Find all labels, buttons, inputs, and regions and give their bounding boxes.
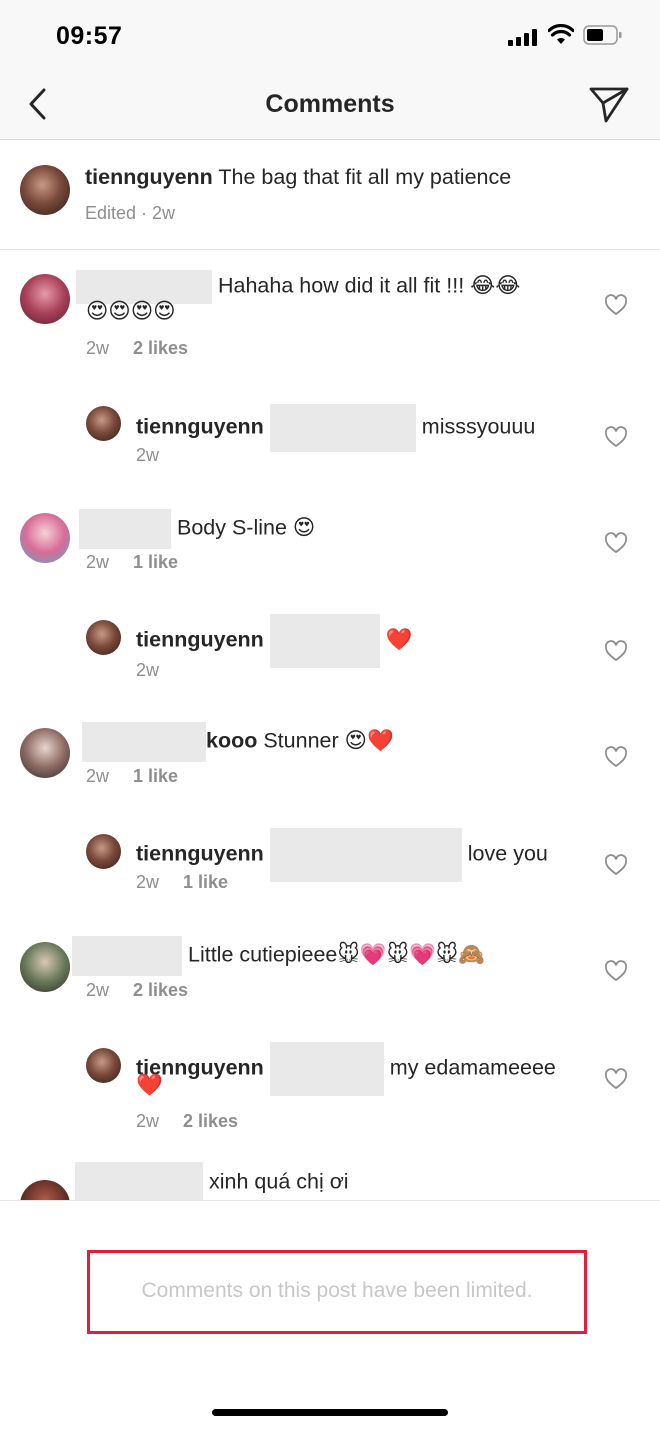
comment-meta: 2w 2 likes — [86, 980, 188, 1001]
send-paper-plane-icon[interactable] — [588, 84, 630, 124]
reply-item: tiennguyenn my edamameeee ❤️ 2w 2 likes — [0, 1032, 660, 1142]
redacted-mention — [269, 614, 380, 668]
heart-outline-icon[interactable] — [604, 640, 628, 662]
avatar[interactable] — [86, 406, 121, 441]
likes-count[interactable]: 1 like — [133, 766, 178, 786]
caption-meta: Edited · 2w — [85, 203, 176, 223]
comment-time: 2w — [86, 338, 110, 358]
comment-body: ❤️ — [385, 627, 413, 652]
comment-text-line2: ❤️ — [136, 1073, 163, 1097]
comment-time: 2w — [136, 1111, 160, 1131]
comment-username[interactable]: tiennguyenn — [136, 842, 264, 866]
status-bar: 09:57 — [0, 0, 660, 70]
comment-time: 2w — [86, 980, 110, 1000]
comment-username[interactable]: tiennguyenn — [136, 415, 264, 439]
comment-time: 2w — [86, 766, 110, 786]
heart-outline-icon[interactable] — [604, 426, 628, 448]
comment-time: 2w — [136, 872, 160, 892]
page-title: Comments — [265, 90, 395, 118]
comment-list[interactable]: Hahaha how did it all fit !!! 😂😂 😍😍😍😍 2w… — [0, 250, 660, 1200]
likes-count[interactable]: 1 like — [183, 872, 228, 892]
comment-text: Little cutiepieee🐭💗🐭💗🐭🙈 — [72, 936, 485, 976]
comment-text: Body S-line 😍 — [79, 509, 315, 549]
comment-meta: 2w 1 like — [86, 766, 178, 787]
comment-body: Body S-line 😍 — [176, 515, 316, 540]
status-time: 09:57 — [56, 22, 123, 50]
comment-meta: 2w 2 likes — [86, 338, 188, 359]
reply-item: tiennguyenn love you 2w 1 like — [0, 818, 660, 898]
avatar[interactable] — [20, 1180, 70, 1200]
likes-count[interactable]: 2 likes — [183, 1111, 238, 1131]
comment-meta: 2w 1 like — [136, 872, 228, 893]
redacted-mention — [269, 404, 416, 452]
redacted-username — [72, 936, 182, 976]
reply-item: tiennguyenn misssyouuu 2w — [0, 390, 660, 470]
comment-item: xinh quá chị ơi — [0, 1154, 660, 1200]
heart-outline-icon[interactable] — [604, 854, 628, 876]
limited-comments-text: Comments on this post have been limited. — [141, 1279, 533, 1302]
avatar[interactable] — [86, 620, 121, 655]
avatar[interactable] — [20, 274, 70, 324]
avatar[interactable] — [86, 834, 121, 869]
likes-count[interactable]: 1 like — [133, 552, 178, 572]
avatar[interactable] — [20, 513, 70, 563]
footer: Comments on this post have been limited. — [0, 1200, 660, 1429]
heart-outline-icon[interactable] — [604, 294, 628, 316]
heart-outline-icon[interactable] — [604, 960, 628, 982]
post-caption: tiennguyenn The bag that fit all my pati… — [0, 141, 660, 250]
comment-body: love you — [467, 841, 548, 866]
likes-count[interactable]: 2 likes — [133, 980, 188, 1000]
comment-text-line2: 😍😍😍😍 — [86, 299, 176, 323]
wifi-icon — [548, 24, 574, 44]
redacted-username — [79, 509, 171, 549]
caption-text: tiennguyenn The bag that fit all my pati… — [85, 165, 511, 190]
avatar[interactable] — [20, 728, 70, 778]
nav-bar: Comments — [0, 70, 660, 140]
heart-outline-icon[interactable] — [604, 1068, 628, 1090]
comment-text: tiennguyenn my edamameeee — [136, 1042, 556, 1096]
comment-body: Hahaha how did it all fit !!! 😂😂 — [217, 273, 521, 298]
comment-body: my edamameeee — [389, 1055, 556, 1080]
avatar[interactable] — [20, 165, 70, 215]
comment-text: kooo Stunner 😍❤️ — [82, 722, 394, 762]
comment-meta: 2w 1 like — [86, 552, 178, 573]
comment-meta: 2w — [136, 660, 159, 681]
avatar[interactable] — [86, 1048, 121, 1083]
heart-outline-icon[interactable] — [604, 532, 628, 554]
comment-item: kooo Stunner 😍❤️ 2w 1 like — [0, 710, 660, 800]
comment-text: tiennguyenn misssyouuu — [136, 404, 535, 452]
comment-time: 2w — [86, 552, 110, 572]
battery-icon — [583, 25, 622, 45]
comment-text: tiennguyenn ❤️ — [136, 614, 413, 668]
caption-body: The bag that fit all my patience — [218, 165, 512, 189]
comment-body: Stunner 😍❤️ — [263, 728, 394, 753]
comment-item: Hahaha how did it all fit !!! 😂😂 😍😍😍😍 2w… — [0, 250, 660, 380]
comment-body: xinh quá chị ơi — [208, 1169, 349, 1194]
avatar[interactable] — [20, 942, 70, 992]
comment-time: 2w — [136, 445, 160, 465]
signal-icon — [508, 28, 538, 46]
comment-username[interactable]: tiennguyenn — [136, 628, 264, 652]
redacted-mention — [269, 828, 462, 882]
comment-meta: 2w 2 likes — [136, 1111, 238, 1132]
limited-comments-notice: Comments on this post have been limited. — [87, 1250, 587, 1334]
redacted-username — [75, 1162, 203, 1200]
comment-item: Little cutiepieee🐭💗🐭💗🐭🙈 2w 2 likes — [0, 924, 660, 1014]
redacted-username — [82, 722, 206, 762]
comment-item: Body S-line 😍 2w 1 like — [0, 495, 660, 585]
comment-username-partial[interactable]: kooo — [206, 729, 257, 753]
reply-item: tiennguyenn ❤️ 2w — [0, 604, 660, 684]
comment-text: xinh quá chị ơi — [75, 1162, 349, 1200]
comment-meta: 2w — [136, 445, 159, 466]
redacted-mention — [269, 1042, 384, 1096]
likes-count[interactable]: 2 likes — [133, 338, 188, 358]
comment-body: misssyouuu — [421, 414, 536, 439]
heart-outline-icon[interactable] — [604, 746, 628, 768]
caption-username[interactable]: tiennguyenn — [85, 165, 213, 189]
comment-time: 2w — [136, 660, 160, 680]
home-indicator[interactable] — [212, 1409, 448, 1416]
comment-body: Little cutiepieee🐭💗🐭💗🐭🙈 — [187, 942, 485, 967]
